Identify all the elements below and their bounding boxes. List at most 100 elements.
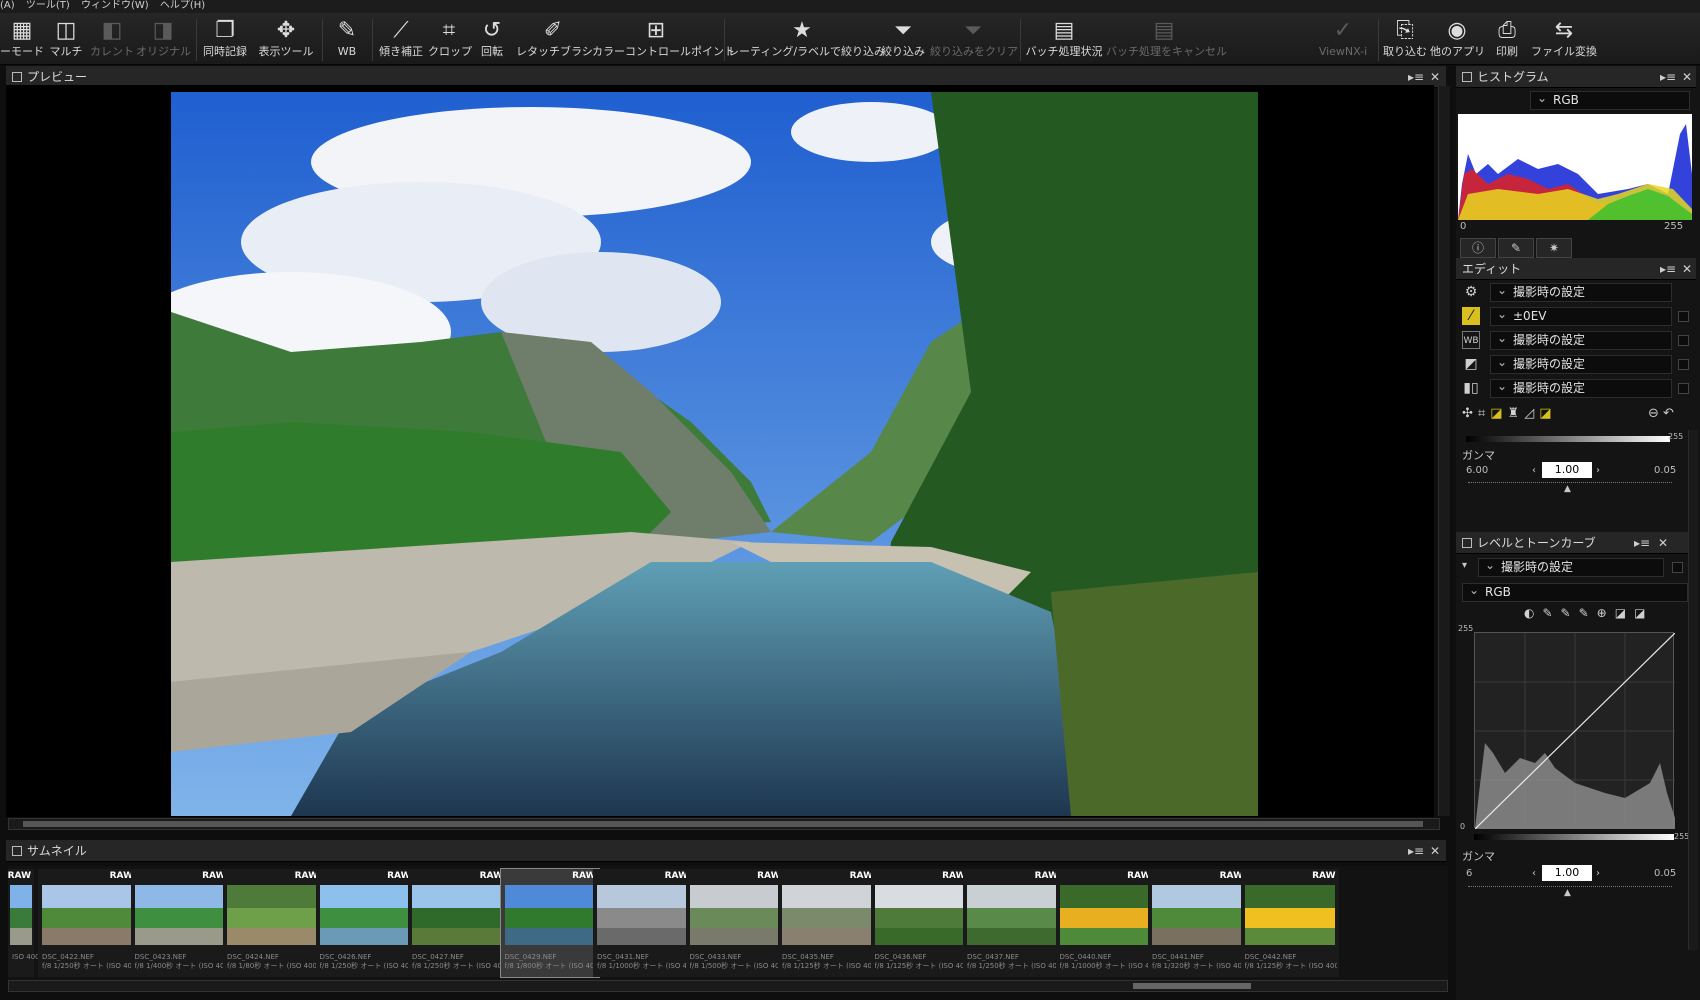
white-balance-checkbox[interactable]: [1678, 335, 1689, 346]
perspective-icon[interactable]: ◿: [1524, 406, 1539, 421]
menu-item-help[interactable]: ヘルプ(H): [160, 0, 205, 11]
levels-gamma-slider[interactable]: [1468, 886, 1672, 887]
simultaneous-record-button[interactable]: ❐ 同時記録: [200, 17, 250, 63]
import-button[interactable]: ⎘ 取り込む: [1382, 17, 1428, 63]
straighten-button[interactable]: ⟋ 傾き補正: [376, 17, 426, 63]
thumbnail-item[interactable]: RAW DSC_0424.NEF f/8 1/80秒 オート (ISO 400): [223, 869, 321, 977]
color-control-point-button[interactable]: ⊞ カラーコントロールポイント: [592, 17, 735, 63]
display-tool-button[interactable]: ✥ 表示ツール: [256, 17, 316, 63]
collapse-icon[interactable]: ▾: [1462, 560, 1467, 571]
preview-vertical-scrollbar[interactable]: [1438, 86, 1450, 816]
panel-menu-icon[interactable]: ▸≡: [1634, 532, 1650, 554]
exposure-select[interactable]: ±0EV: [1490, 306, 1672, 326]
white-balance-select[interactable]: 撮影時の設定: [1490, 330, 1672, 350]
gamma-increase-icon[interactable]: ›: [1596, 465, 1600, 476]
histogram-channel-select[interactable]: RGB: [1530, 90, 1690, 110]
panel-menu-icon[interactable]: ▸≡: [1408, 840, 1424, 862]
menu-item-tools[interactable]: ツール(T): [26, 0, 70, 11]
menu-item-window[interactable]: ウィンドウ(W): [81, 0, 149, 11]
edit-gamma-min: 6.00: [1466, 465, 1489, 476]
levels-channel-select[interactable]: RGB: [1462, 582, 1688, 602]
rating-filter-button[interactable]: ★ レーティング/ラベルで絞り込み: [728, 17, 885, 63]
noise-reduction-icon[interactable]: ✣: [1462, 406, 1478, 421]
thumbnail-item[interactable]: RAW DSC_0442.NEF f/8 1/125秒 オート (ISO 400): [1240, 869, 1339, 977]
edit-tab[interactable]: ✎: [1498, 238, 1534, 258]
levels-preset-select[interactable]: 撮影時の設定: [1478, 557, 1664, 577]
current-button[interactable]: ◧ カレント: [90, 17, 134, 63]
edit-gamma-value[interactable]: 1.00: [1542, 462, 1592, 478]
resize-icon[interactable]: ⌗: [1478, 406, 1490, 421]
view-mode-button[interactable]: ▦ ーモード: [0, 17, 44, 63]
thumbnail-item[interactable]: RAW DSC_0441.NEF f/8 1/320秒 オート (ISO 400): [1148, 869, 1246, 977]
thumbnail-item[interactable]: RAW ISO 400): [8, 869, 38, 977]
rotate-button[interactable]: ↺ 回転: [474, 17, 510, 63]
thumbnail-item[interactable]: RAW DSC_0435.NEF f/8 1/125秒 オート (ISO 400): [778, 869, 876, 977]
thumbnail-item[interactable]: RAW DSC_0436.NEF f/8 1/125秒 オート (ISO 400): [870, 869, 969, 977]
panel-menu-icon[interactable]: ▸≡: [1660, 258, 1676, 280]
levels-gamma-decrease-icon[interactable]: ‹: [1532, 868, 1536, 879]
color-booster-icon[interactable]: ♜: [1508, 406, 1525, 421]
contrast-icon[interactable]: ◐: [1524, 606, 1542, 620]
clear-filter-button[interactable]: ⏷ 絞り込みをクリア: [930, 17, 1018, 63]
batch-status-button[interactable]: ▤ バッチ処理状況: [1024, 17, 1104, 63]
edit-camera-setting-select[interactable]: 撮影時の設定: [1490, 282, 1672, 302]
thumbnail-item[interactable]: RAW DSC_0423.NEF f/8 1/400秒 オート (ISO 400): [130, 869, 229, 977]
thumbnail-item[interactable]: RAW DSC_0433.NEF f/8 1/500秒 オート (ISO 400): [685, 869, 784, 977]
edit-gamma-slider[interactable]: [1468, 482, 1672, 483]
tone-curve-graph[interactable]: [1474, 632, 1676, 830]
levels-gamma-slider-thumb[interactable]: ▲: [1564, 888, 1571, 898]
gamma-decrease-icon[interactable]: ‹: [1532, 465, 1536, 476]
black-point-eyedropper-icon[interactable]: ✎: [1542, 606, 1560, 620]
add-anchor-icon[interactable]: ⊕: [1597, 606, 1615, 620]
gamma-slider-thumb[interactable]: ▲: [1564, 484, 1571, 494]
close-icon[interactable]: ✕: [1658, 532, 1668, 554]
thumbnail-item[interactable]: RAW DSC_0422.NEF f/8 1/250秒 オート (ISO 400): [38, 869, 136, 977]
levels-gamma-value[interactable]: 1.00: [1542, 865, 1592, 881]
white-balance-button[interactable]: ✎ WB: [330, 17, 364, 63]
multi-button[interactable]: ◫ マルチ: [46, 17, 86, 63]
thumbnail-item[interactable]: RAW DSC_0431.NEF f/8 1/1000秒 オート (ISO 4...: [593, 869, 691, 977]
reset-curve-icon[interactable]: ◪: [1634, 606, 1653, 620]
scrollbar-thumb[interactable]: [23, 821, 1423, 827]
close-icon[interactable]: ✕: [1682, 258, 1692, 280]
close-icon[interactable]: ✕: [1430, 840, 1440, 862]
picture-control-checkbox[interactable]: [1678, 359, 1689, 370]
gray-point-eyedropper-icon[interactable]: ✎: [1561, 606, 1579, 620]
print-button[interactable]: ⎙ 印刷: [1490, 17, 1524, 63]
levels-checkbox[interactable]: [1672, 562, 1683, 573]
curves-icon[interactable]: ◪: [1539, 406, 1556, 421]
dlighting-checkbox[interactable]: [1678, 383, 1689, 394]
levels-icon[interactable]: ◪: [1490, 406, 1507, 421]
picture-control-select[interactable]: 撮影時の設定: [1490, 354, 1672, 374]
white-point-eyedropper-icon[interactable]: ✎: [1579, 606, 1597, 620]
thumbnail-scrollbar[interactable]: [8, 980, 1448, 992]
auto-contrast-icon[interactable]: ◪: [1615, 606, 1634, 620]
panel-menu-icon[interactable]: ▸≡: [1660, 66, 1676, 88]
viewnx-button[interactable]: ✓ ViewNX-i: [1316, 17, 1370, 63]
crop-button[interactable]: ⌗ クロップ: [428, 17, 472, 63]
info-tab[interactable]: ⓘ: [1460, 238, 1496, 258]
retouch-brush-button[interactable]: ✐ レタッチブラシ: [516, 17, 593, 63]
edit-vertical-scrollbar[interactable]: [1688, 430, 1698, 950]
levels-tool-icons[interactable]: ◐✎✎✎⊕◪◪: [1524, 606, 1688, 624]
tools-tab[interactable]: ✷: [1536, 238, 1572, 258]
menu-item-a[interactable]: (A): [0, 0, 15, 11]
thumbnail-item[interactable]: RAW DSC_0440.NEF f/8 1/1000秒 オート (ISO 4...: [1055, 869, 1154, 977]
preview-horizontal-scrollbar[interactable]: [8, 818, 1440, 830]
reset-icon[interactable]: ⊖ ↶: [1648, 406, 1674, 421]
close-icon[interactable]: ✕: [1682, 66, 1692, 88]
other-apps-button[interactable]: ◉ 他のアプリ: [1430, 17, 1485, 63]
preview-image[interactable]: [171, 92, 1258, 816]
filter-button[interactable]: ⏷ 絞り込み: [880, 17, 926, 63]
exposure-checkbox[interactable]: [1678, 311, 1689, 322]
scrollbar-thumb[interactable]: [1133, 983, 1251, 989]
dlighting-select[interactable]: 撮影時の設定: [1490, 378, 1672, 398]
levels-gamma-increase-icon[interactable]: ›: [1596, 868, 1600, 879]
original-button[interactable]: ◨ オリジナル: [136, 17, 191, 63]
thumbnail-item[interactable]: RAW DSC_0427.NEF f/8 1/250秒 オート (ISO 400): [408, 869, 506, 977]
thumbnail-item[interactable]: RAW DSC_0429.NEF f/8 1/800秒 オート (ISO 400): [499, 868, 600, 978]
batch-cancel-button[interactable]: ▤ バッチ処理をキャンセル: [1106, 17, 1227, 63]
file-convert-button[interactable]: ⇆ ファイル変換: [1530, 17, 1598, 63]
thumbnail-item[interactable]: RAW DSC_0437.NEF f/8 1/250秒 オート (ISO 400): [963, 869, 1061, 977]
thumbnail-item[interactable]: RAW DSC_0426.NEF f/8 1/250秒 オート (ISO 400): [315, 869, 414, 977]
